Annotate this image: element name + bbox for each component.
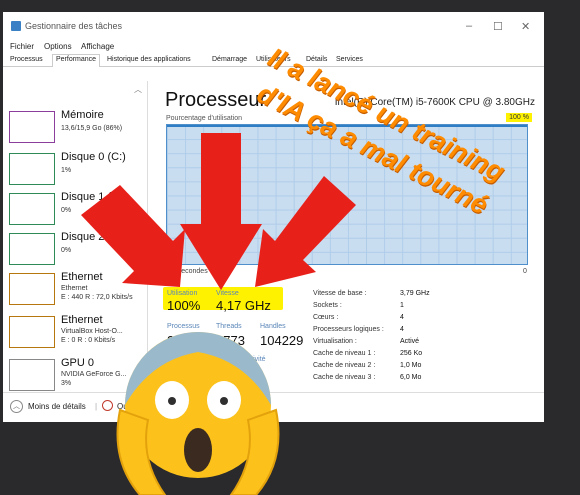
footer-divider: | (95, 402, 98, 411)
uptime-label: Temps d'activité (216, 356, 266, 363)
vitesse-label: Vitesse (216, 290, 239, 297)
handles-value: 104229 (260, 333, 304, 348)
spec-label: Cache de niveau 3 : (313, 374, 376, 381)
threads-label: Threads (216, 323, 242, 330)
sidebar-item-label: Disque 0 (C:) (61, 151, 126, 163)
sidebar-item-label: Mémoire (61, 109, 104, 121)
scroll-up-arrow-icon[interactable]: ︿ (134, 84, 142, 95)
spec-value: Activé (400, 338, 420, 345)
resource-monitor-icon (102, 400, 113, 411)
spec-value: 256 Ko (400, 350, 423, 357)
spec-value: 6,0 Mo (400, 374, 422, 381)
title-bar: Gestionnaire des tâches – ☐ ✕ (3, 12, 544, 42)
graph-max-label: 100 % (506, 113, 532, 122)
graph-label: Pourcentage d'utilisation (166, 115, 243, 122)
window-title: Gestionnaire des tâches (25, 21, 123, 31)
spec-label: Cœurs : (313, 314, 339, 321)
disk-graph-thumbnail (9, 153, 55, 185)
sidebar-item-disque-1[interactable]: Disque 1 (D:) 0% (9, 191, 139, 235)
tab-demarrage[interactable]: Démarrage (212, 56, 247, 63)
chevron-up-icon[interactable]: ︿ (10, 400, 23, 413)
sidebar-item-label: GPU 0 (61, 357, 95, 369)
spec-label: Virtualisation : (313, 338, 357, 345)
minimize-button[interactable]: – (466, 20, 472, 32)
spec-label: Cache de niveau 1 : (313, 350, 376, 357)
spec-value: 4 (400, 326, 404, 333)
tab-historique[interactable]: Historique des applications (107, 56, 191, 63)
sidebar-item-adapter: VirtualBox Host-O... (61, 328, 123, 335)
maximize-button[interactable]: ☐ (493, 20, 503, 33)
task-manager-icon (11, 21, 21, 31)
spec-value: 3,79 GHz (400, 290, 430, 297)
sidebar-item-value: 0% (61, 207, 72, 214)
sidebar-item-label: Ethernet (61, 314, 103, 326)
close-button[interactable]: ✕ (521, 20, 530, 33)
sidebar-item-value: 1% (61, 167, 72, 174)
graph-time-label: 60 secondes (168, 268, 208, 275)
resource-monitor-link[interactable]: Ouvrir le Moniteur de ressources (117, 402, 233, 411)
footer-bar: ︿ Moins de détails | Ouvrir le Moniteur … (3, 392, 544, 422)
menu-options[interactable]: Options (44, 42, 72, 51)
less-details-link[interactable]: Moins de détails (28, 402, 86, 411)
threads-value: 2773 (216, 333, 245, 348)
sidebar-item-disque-2[interactable]: Disque 2 0% (9, 231, 139, 275)
sidebar-item-label: Ethernet (61, 271, 103, 283)
sidebar-item-value: 13,6/15,9 Go (86%) (61, 125, 123, 132)
spec-value: 4 (400, 314, 404, 321)
spec-label: Cache de niveau 2 : (313, 362, 376, 369)
disk-graph-thumbnail (9, 233, 55, 265)
resource-sidebar: Mémoire 13,6/15,9 Go (86%) Disque 0 (C:)… (3, 81, 148, 391)
memory-graph-thumbnail (9, 111, 55, 143)
menu-affichage[interactable]: Affichage (81, 42, 114, 51)
handles-label: Handles (260, 323, 286, 330)
spec-value: 1,0 Mo (400, 362, 422, 369)
processus-label: Processus (167, 323, 200, 330)
sidebar-item-memoire[interactable]: Mémoire 13,6/15,9 Go (86%) (9, 109, 139, 153)
sidebar-item-value: 3% (61, 380, 72, 387)
sidebar-item-adapter: Ethernet (61, 285, 88, 292)
gpu-graph-thumbnail (9, 359, 55, 391)
sidebar-item-value: E : 0 R : 0 Kbits/s (61, 337, 116, 344)
sidebar-item-ethernet-2[interactable]: Ethernet VirtualBox Host-O... E : 0 R : … (9, 314, 139, 358)
spec-label: Vitesse de base : (313, 290, 367, 297)
spec-label: Sockets : (313, 302, 342, 309)
page-title: Processeur (165, 89, 267, 111)
sidebar-item-value: E : 440 R : 72,0 Kbits/s (61, 294, 133, 301)
spec-value: 1 (400, 302, 404, 309)
sidebar-item-label: Disque 2 (61, 231, 105, 243)
sidebar-item-value: 0% (61, 247, 72, 254)
graph-zero-label: 0 (523, 268, 527, 275)
processus-value: 239 (167, 333, 189, 348)
sidebar-item-adapter: NVIDIA GeForce G... (61, 371, 127, 378)
menu-fichier[interactable]: Fichier (10, 42, 34, 51)
network-graph-thumbnail (9, 273, 55, 305)
utilisation-value: 100% (167, 298, 201, 313)
tab-performance[interactable]: Performance (52, 54, 101, 67)
tab-services[interactable]: Services (336, 56, 363, 63)
sidebar-item-disque-0[interactable]: Disque 0 (C:) 1% (9, 151, 139, 195)
sidebar-item-label: Disque 1 (D:) (61, 191, 126, 203)
tab-processus[interactable]: Processus (10, 56, 43, 63)
network-graph-thumbnail (9, 316, 55, 348)
utilisation-label: Utilisation (167, 290, 198, 297)
disk-graph-thumbnail (9, 193, 55, 225)
sidebar-item-ethernet-1[interactable]: Ethernet Ethernet E : 440 R : 72,0 Kbits… (9, 271, 139, 315)
vitesse-value: 4,17 GHz (216, 298, 271, 313)
spec-label: Processeurs logiques : (313, 326, 384, 333)
